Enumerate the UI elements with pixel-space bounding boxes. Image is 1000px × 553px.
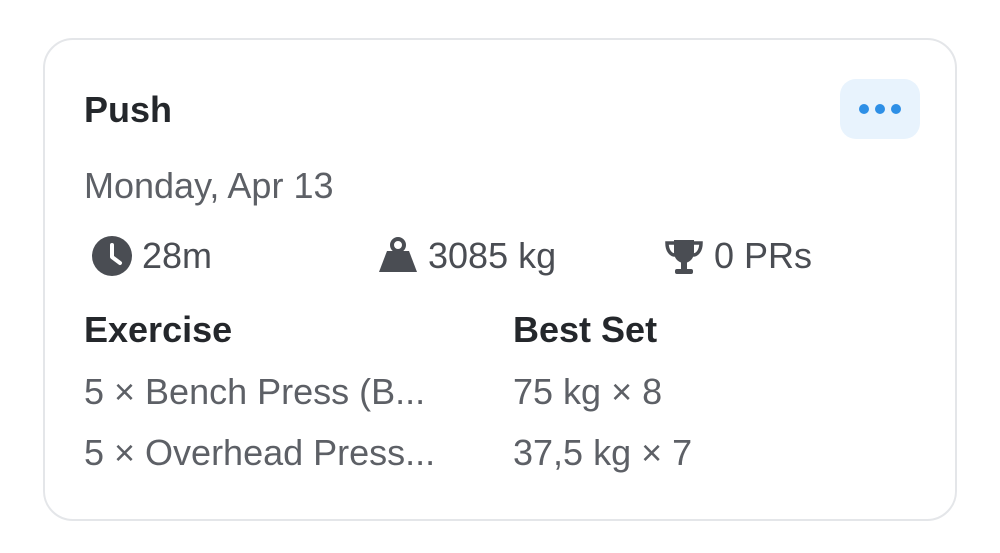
workout-card[interactable]: Push Monday, Apr 13 28m 3085 kg 0 PRs Ex… (43, 38, 957, 521)
exercise-column-header: Exercise (84, 309, 233, 350)
more-horizontal-icon (875, 104, 885, 114)
workout-stats: 28m 3085 kg 0 PRs (45, 233, 955, 279)
workout-title: Push (84, 89, 173, 130)
table-row: 5 × Overhead Press... 37,5 kg × 7 (45, 431, 955, 475)
more-horizontal-icon (859, 104, 869, 114)
exercise-cell: 5 × Overhead Press... (84, 432, 436, 473)
exercise-cell: 5 × Bench Press (B... (84, 371, 426, 412)
prs-stat: 0 PRs (662, 233, 812, 279)
more-options-button[interactable] (840, 79, 920, 139)
duration-stat: 28m (90, 233, 212, 279)
duration-value: 28m (142, 235, 213, 276)
more-horizontal-icon (891, 104, 901, 114)
prs-value: 0 PRs (714, 235, 813, 276)
best-set-cell: 75 kg × 8 (513, 371, 663, 412)
table-row: 5 × Bench Press (B... 75 kg × 8 (45, 370, 955, 414)
clock-icon (92, 236, 132, 276)
volume-value: 3085 kg (428, 235, 557, 276)
trophy-icon (665, 240, 703, 274)
workout-date: Monday, Apr 13 (84, 165, 334, 206)
best-set-cell: 37,5 kg × 7 (513, 432, 693, 473)
weight-icon (379, 237, 417, 272)
volume-stat: 3085 kg (376, 233, 556, 279)
best-set-column-header: Best Set (513, 309, 658, 350)
